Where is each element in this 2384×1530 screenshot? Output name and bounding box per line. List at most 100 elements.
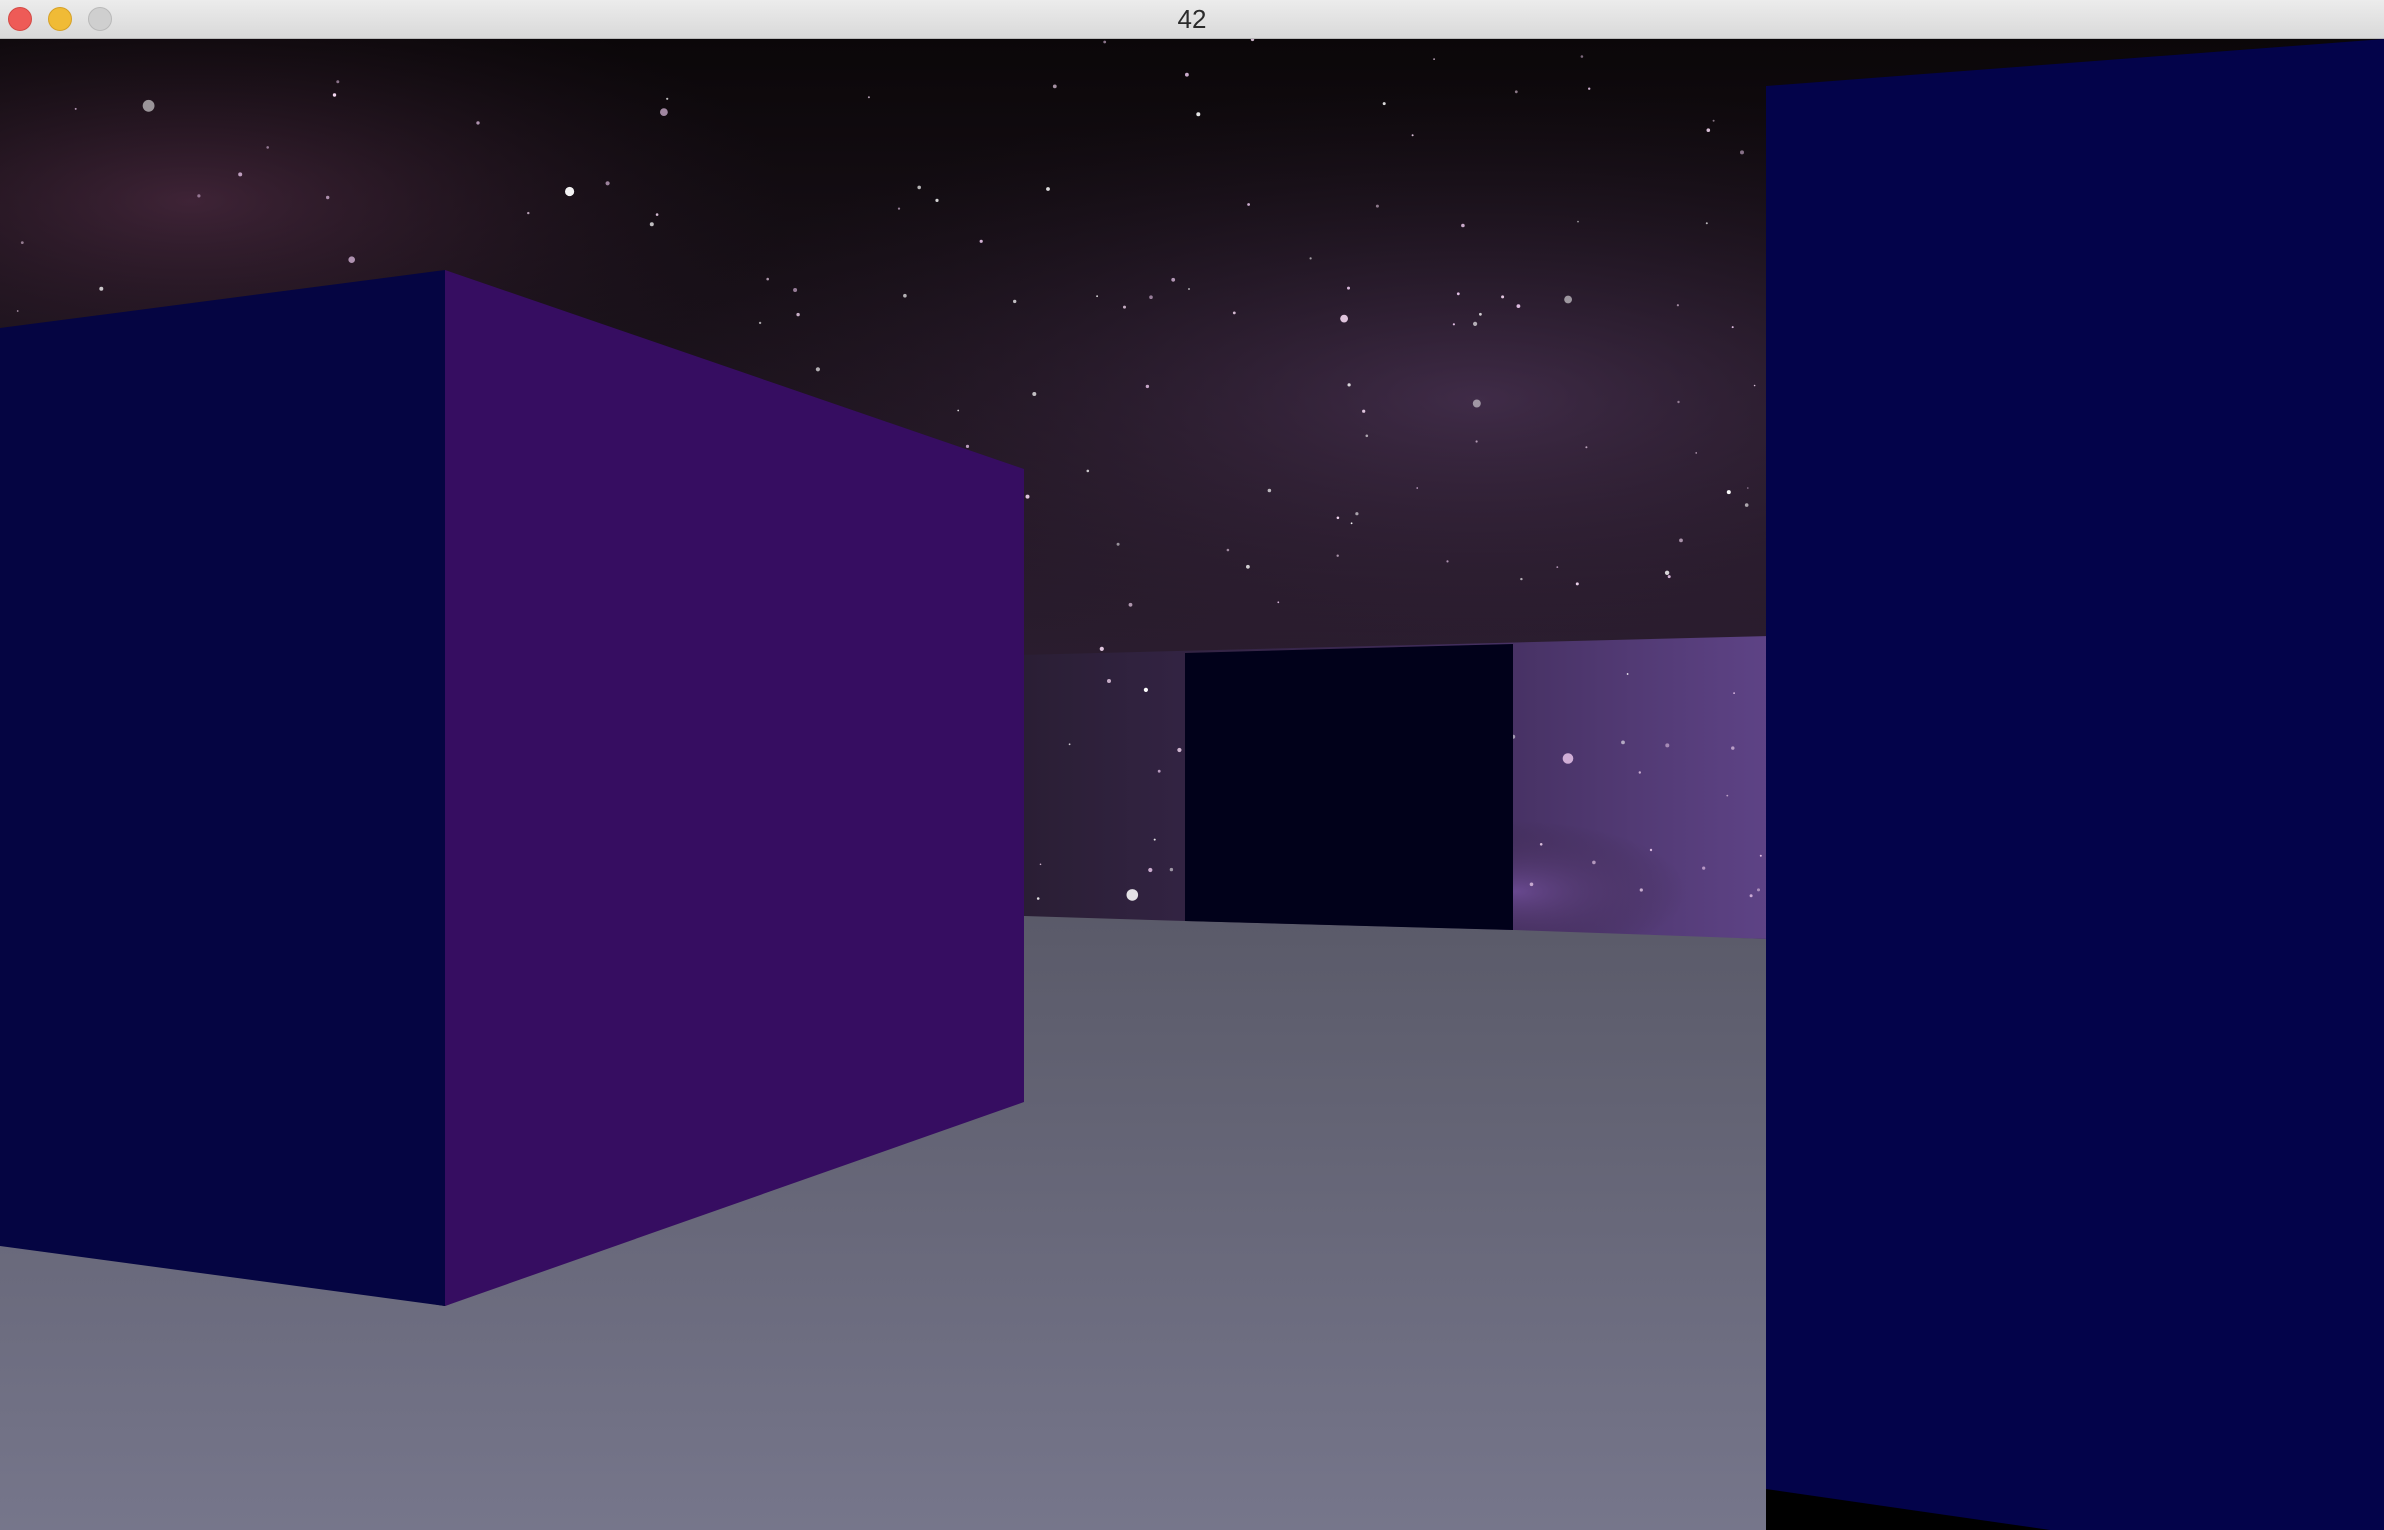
star xyxy=(1103,40,1107,44)
star xyxy=(1032,392,1037,396)
star xyxy=(1588,87,1591,90)
star xyxy=(1086,469,1090,473)
star xyxy=(527,211,530,215)
star xyxy=(1171,277,1176,282)
game-window: 42 xyxy=(0,0,2384,1530)
star xyxy=(1446,560,1449,563)
star xyxy=(332,93,337,97)
star xyxy=(1382,102,1386,106)
star xyxy=(1036,897,1040,900)
star xyxy=(793,288,798,292)
far-wall-block xyxy=(1185,644,1513,930)
star xyxy=(74,107,77,110)
star xyxy=(1196,112,1201,117)
star xyxy=(1177,747,1182,753)
star xyxy=(1621,740,1625,745)
star xyxy=(1365,434,1369,438)
star xyxy=(1592,860,1596,865)
star xyxy=(1153,838,1156,841)
star xyxy=(1433,58,1435,60)
star xyxy=(1347,383,1351,387)
star xyxy=(16,310,19,312)
star xyxy=(1749,894,1753,898)
star xyxy=(1336,554,1339,557)
star xyxy=(197,194,201,198)
star xyxy=(1347,286,1350,290)
game-viewport[interactable] xyxy=(0,39,2384,1530)
star xyxy=(1712,119,1715,122)
star xyxy=(266,146,270,149)
star xyxy=(1145,384,1150,389)
star xyxy=(766,277,769,281)
star xyxy=(1013,299,1017,304)
star xyxy=(1626,673,1629,675)
star xyxy=(1753,384,1756,387)
star xyxy=(660,108,668,116)
title-bar[interactable]: 42 xyxy=(0,0,2384,39)
star xyxy=(1580,55,1584,58)
star xyxy=(917,185,921,190)
star xyxy=(1188,288,1190,290)
star xyxy=(666,97,669,100)
star xyxy=(957,409,960,412)
star xyxy=(903,293,907,298)
star xyxy=(758,321,762,325)
star xyxy=(1744,503,1749,507)
star xyxy=(1149,295,1153,300)
star xyxy=(1564,295,1572,304)
star xyxy=(1733,692,1735,694)
star xyxy=(1479,312,1482,316)
star xyxy=(1116,542,1120,546)
star xyxy=(1740,150,1744,155)
star xyxy=(605,181,610,186)
star xyxy=(1362,409,1366,413)
star xyxy=(1456,292,1460,296)
star xyxy=(1638,771,1642,774)
star xyxy=(1539,843,1543,846)
star xyxy=(1461,223,1465,228)
star xyxy=(796,312,800,317)
star xyxy=(655,213,659,216)
star xyxy=(336,80,340,84)
star xyxy=(1514,90,1518,94)
star xyxy=(1702,866,1706,870)
star xyxy=(1309,257,1312,260)
star xyxy=(1585,446,1588,449)
star xyxy=(1577,220,1579,223)
star xyxy=(1128,602,1133,607)
star xyxy=(20,241,24,245)
star xyxy=(1747,487,1749,489)
star xyxy=(1649,848,1653,852)
star xyxy=(1529,882,1534,887)
star xyxy=(565,186,575,197)
star xyxy=(1336,516,1340,520)
star xyxy=(1452,323,1455,326)
star xyxy=(1501,295,1505,299)
star xyxy=(1667,575,1671,579)
star xyxy=(1099,646,1104,652)
star xyxy=(1556,566,1559,568)
star xyxy=(348,256,356,263)
star xyxy=(326,195,330,200)
scene-canvas xyxy=(0,39,2384,1530)
star xyxy=(99,286,104,291)
star xyxy=(1676,304,1679,307)
star xyxy=(1677,400,1680,404)
star xyxy=(1232,311,1236,315)
star xyxy=(1355,512,1359,516)
star xyxy=(1046,187,1050,191)
star xyxy=(1123,305,1126,309)
star xyxy=(1520,577,1523,581)
star xyxy=(897,207,901,210)
star xyxy=(1472,399,1481,408)
star xyxy=(238,172,243,177)
star xyxy=(1664,570,1670,575)
right-wall xyxy=(1766,39,2384,1530)
star xyxy=(1277,601,1280,604)
star xyxy=(1143,687,1148,693)
star xyxy=(1416,487,1418,489)
star xyxy=(935,198,939,202)
star xyxy=(1516,304,1521,308)
star xyxy=(1039,863,1042,866)
star xyxy=(1226,548,1230,552)
